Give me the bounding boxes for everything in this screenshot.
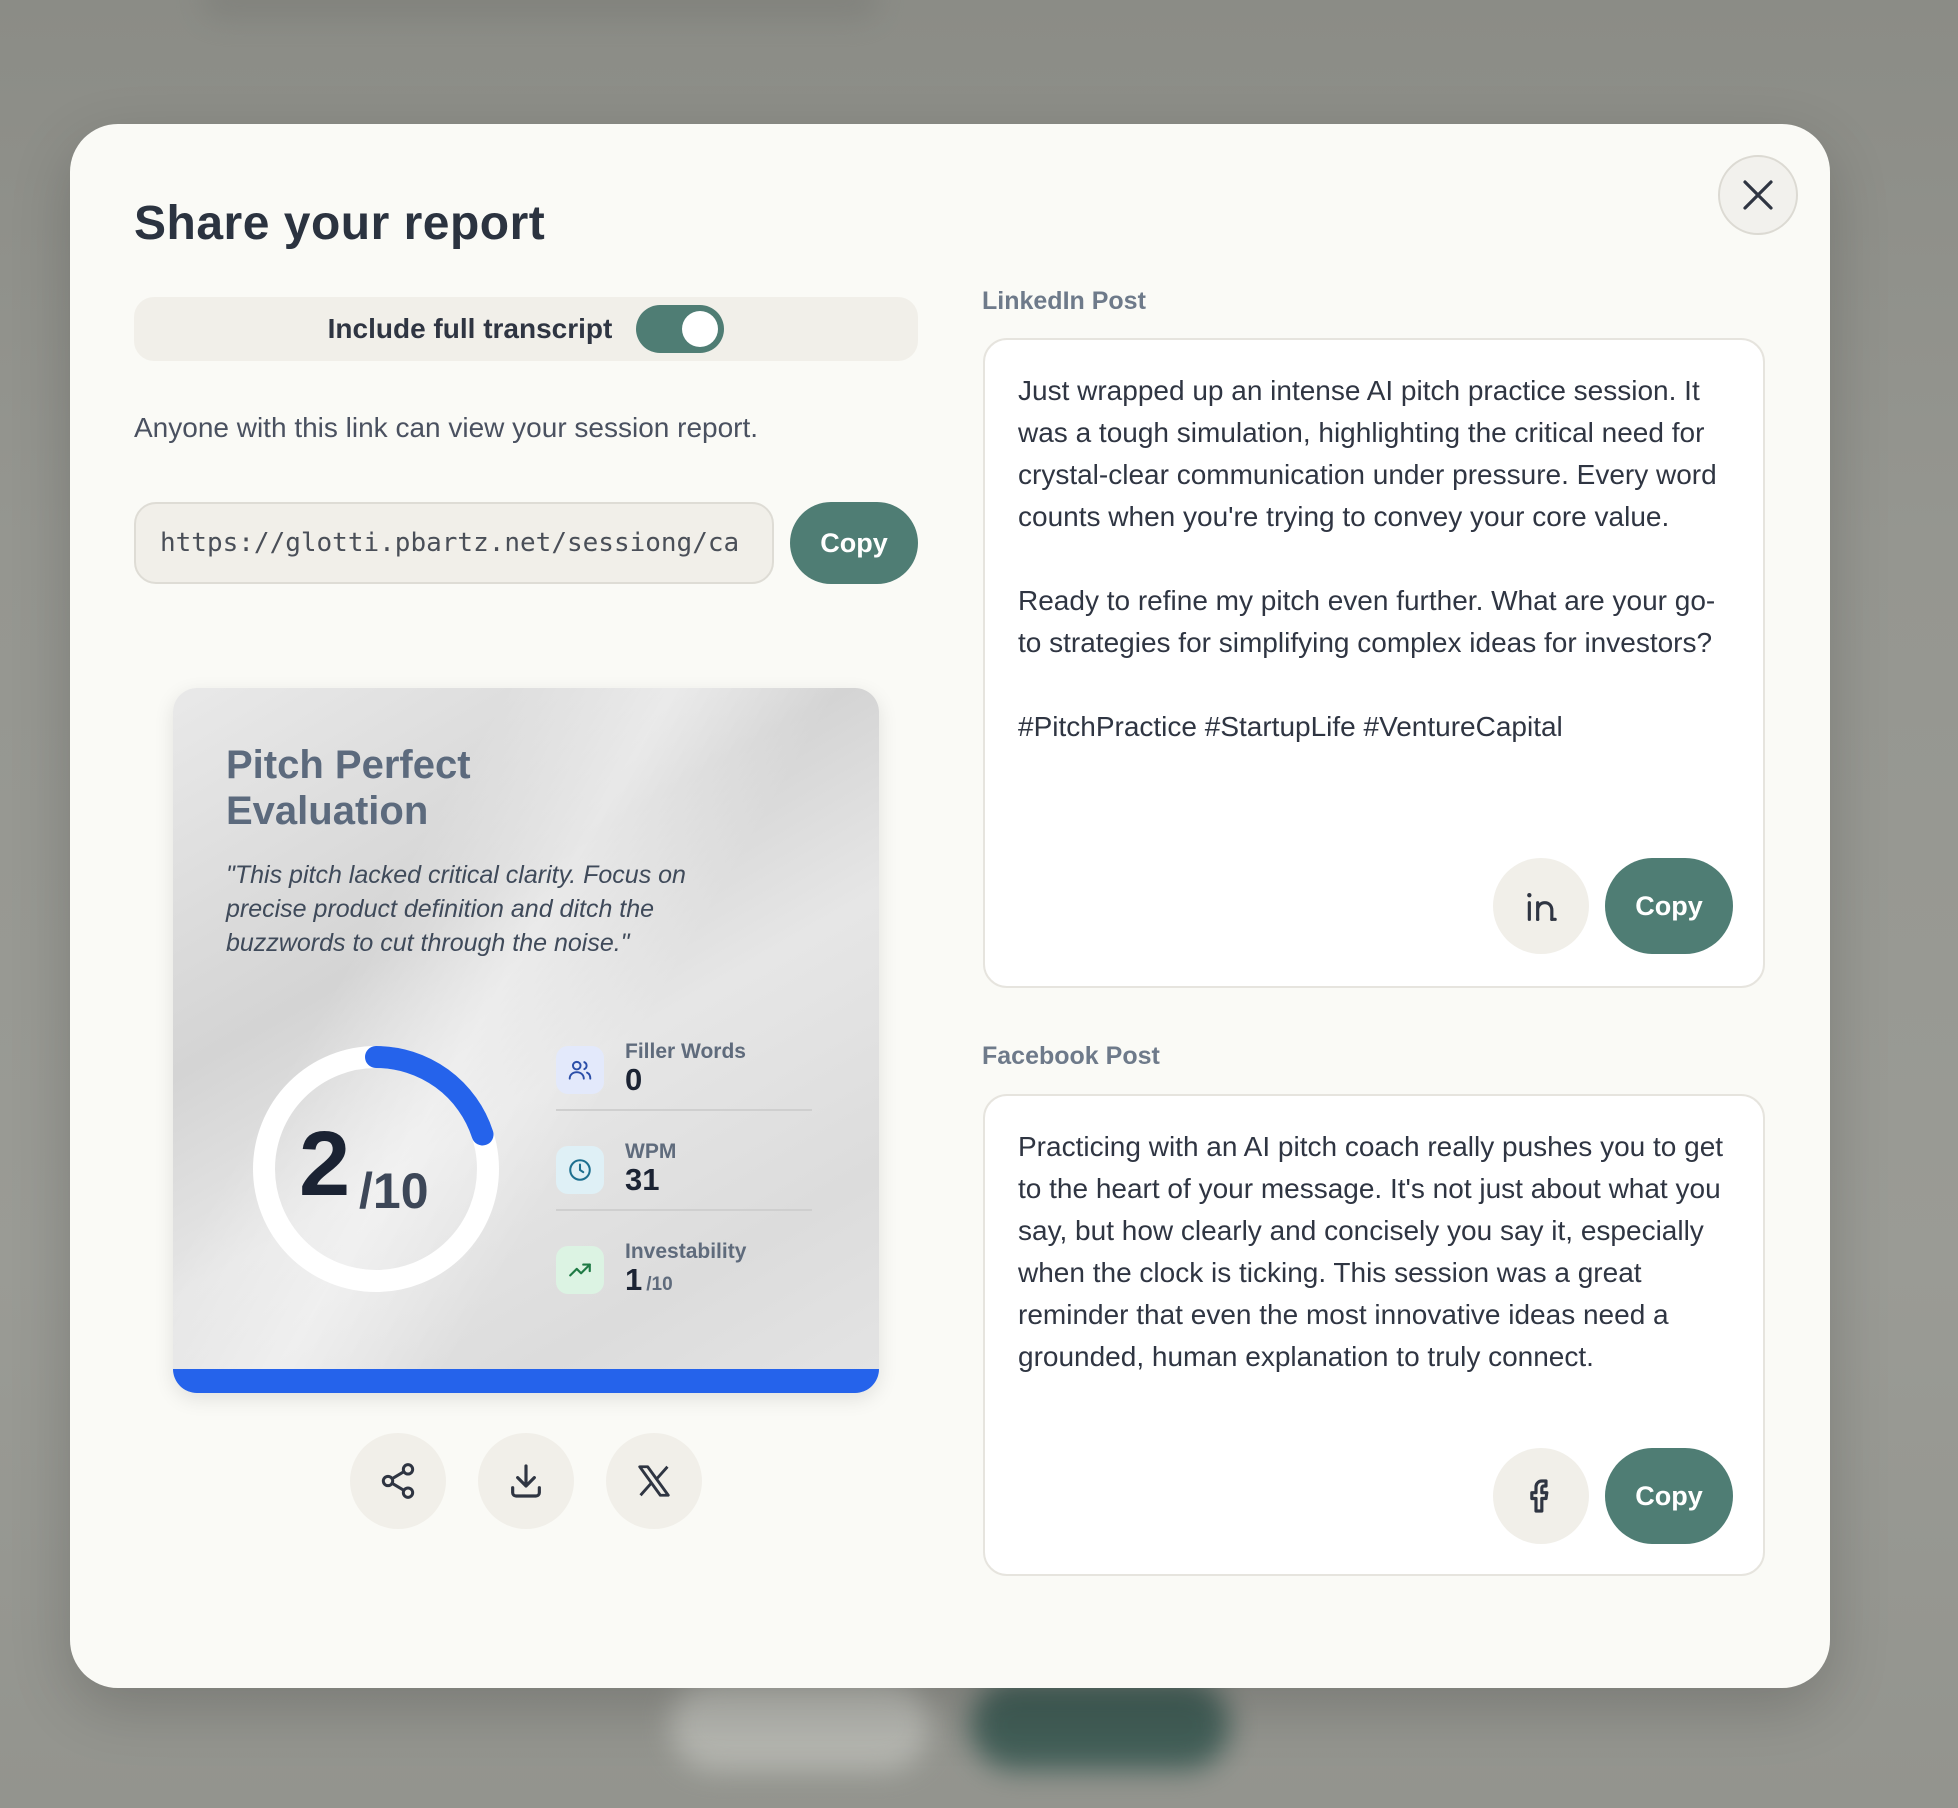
trending-up-icon [556,1246,604,1294]
transcript-toggle-switch[interactable] [636,305,725,353]
metric-divider [556,1109,812,1111]
background-header-blur [200,0,880,20]
card-title: Pitch Perfect Evaluation [226,743,471,833]
transcript-toggle-row[interactable]: Include full transcript [134,297,918,361]
close-button[interactable] [1718,155,1798,235]
metric-value: 0 [625,1062,642,1098]
facebook-copy-button[interactable]: Copy [1605,1448,1733,1544]
metric-number: 1 [625,1262,643,1297]
download-button[interactable] [478,1433,574,1529]
linkedin-share-button[interactable] [1493,858,1589,954]
score-value: 2 [299,1113,351,1215]
share-icon [381,1463,415,1499]
evaluation-card: Pitch Perfect Evaluation "This pitch lac… [173,688,879,1393]
background-primary-button [970,1680,1230,1770]
metric-divider [556,1209,812,1211]
card-quote: "This pitch lacked critical clarity. Foc… [226,861,686,957]
card-accent-bar [173,1369,879,1393]
linkedin-icon [1527,893,1557,921]
metric-label: Investability [625,1240,747,1263]
download-icon [511,1464,541,1498]
metric-label: WPM [625,1140,677,1163]
linkedin-section-label: LinkedIn Post [982,287,1146,315]
link-note: Anyone with this link can view your sess… [134,412,759,443]
background-secondary-button [670,1680,930,1770]
metric-label: Filler Words [625,1040,746,1063]
metric-value: 31 [625,1162,659,1198]
facebook-share-button[interactable] [1493,1448,1589,1544]
x-logo-icon [638,1465,670,1497]
share-button[interactable] [350,1433,446,1529]
linkedin-copy-button[interactable]: Copy [1605,858,1733,954]
share-on-x-button[interactable] [606,1433,702,1529]
metric-filler-words: Filler Words 0 [556,1040,816,1140]
metric-value: 1/10 [625,1262,673,1298]
metric-number: 0 [625,1062,643,1097]
facebook-section-label: Facebook Post [982,1042,1160,1070]
facebook-post-box: Practicing with an AI pitch coach really… [983,1094,1765,1576]
facebook-post-text: Practicing with an AI pitch coach really… [1018,1131,1724,1372]
linkedin-post-text: Just wrapped up an intense AI pitch prac… [1018,375,1717,742]
toggle-knob [682,311,719,347]
close-icon [1743,180,1773,210]
clock-icon [556,1146,604,1194]
score-denominator: /10 [359,1163,429,1219]
metric-suffix: /10 [646,1274,673,1295]
metric-number: 31 [625,1162,660,1197]
copy-link-button[interactable]: Copy [790,502,918,584]
modal-title: Share your report [134,197,546,250]
linkedin-post-box: Just wrapped up an intense AI pitch prac… [983,338,1765,988]
metric-investability: Investability 1/10 [556,1240,816,1340]
metric-wpm: WPM 31 [556,1140,816,1240]
facebook-icon [1530,1479,1549,1513]
users-icon [556,1046,604,1094]
transcript-toggle-label: Include full transcript [327,313,613,344]
share-url-field[interactable] [134,502,774,584]
